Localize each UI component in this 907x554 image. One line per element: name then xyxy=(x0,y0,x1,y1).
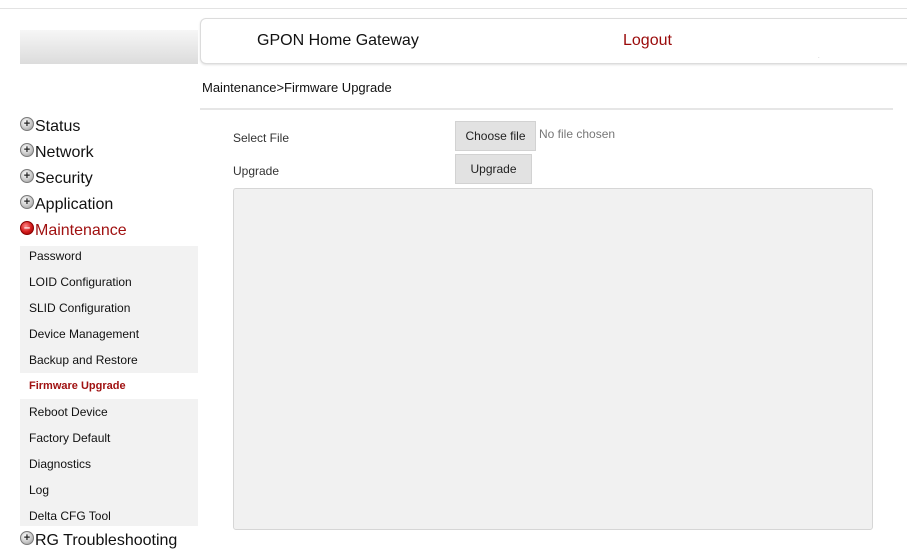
submenu-item-reboot-device[interactable]: Reboot Device xyxy=(20,399,198,425)
submenu-item-delta-cfg-tool[interactable]: Delta CFG Tool xyxy=(20,503,198,529)
top-divider xyxy=(0,8,907,9)
sidebar-item-application[interactable]: + Application xyxy=(20,193,113,217)
logout-link[interactable]: Logout xyxy=(623,32,672,50)
plus-circle-icon: + xyxy=(20,195,34,209)
sidebar-item-label: Application xyxy=(35,196,114,213)
plus-circle-icon: + xyxy=(20,531,34,545)
sidebar-item-label: Status xyxy=(35,118,81,135)
upgrade-button[interactable]: Upgrade xyxy=(455,154,532,184)
submenu-item-password[interactable]: Password xyxy=(20,243,198,269)
sidebar-item-label: Security xyxy=(35,170,93,187)
plus-circle-icon: + xyxy=(20,117,34,131)
sidebar-item-security[interactable]: + Security xyxy=(20,167,93,191)
submenu-item-log[interactable]: Log xyxy=(20,477,198,503)
submenu-item-factory-default[interactable]: Factory Default xyxy=(20,425,198,451)
header-corner-mark: . xyxy=(818,54,820,60)
sidebar-item-maintenance[interactable]: – Maintenance xyxy=(20,219,127,243)
minus-circle-icon: – xyxy=(20,221,34,235)
plus-circle-icon: + xyxy=(20,169,34,183)
submenu-item-loid-configuration[interactable]: LOID Configuration xyxy=(20,269,198,295)
submenu-item-diagnostics[interactable]: Diagnostics xyxy=(20,451,198,477)
submenu-item-firmware-upgrade[interactable]: Firmware Upgrade xyxy=(20,373,198,399)
plus-circle-icon: + xyxy=(20,143,34,157)
sidebar-item-label: Network xyxy=(35,144,94,161)
sidebar-item-status[interactable]: + Status xyxy=(20,115,80,139)
sidebar-banner xyxy=(20,30,198,64)
sidebar-item-rg-troubleshooting[interactable]: + RG Troubleshooting xyxy=(20,529,177,553)
file-status-text: No file chosen xyxy=(539,127,616,141)
submenu-item-backup-and-restore[interactable]: Backup and Restore xyxy=(20,347,198,373)
submenu-item-device-management[interactable]: Device Management xyxy=(20,321,198,347)
select-file-label: Select File xyxy=(233,131,290,145)
choose-file-button[interactable]: Choose file xyxy=(455,121,536,151)
breadcrumb: Maintenance>Firmware Upgrade xyxy=(202,80,392,95)
sidebar-item-network[interactable]: + Network xyxy=(20,141,94,165)
sidebar-item-label: Maintenance xyxy=(35,222,127,239)
upgrade-label: Upgrade xyxy=(233,164,280,178)
submenu-item-slid-configuration[interactable]: SLID Configuration xyxy=(20,295,198,321)
upgrade-output-area[interactable] xyxy=(233,188,873,530)
sidebar-item-label: RG Troubleshooting xyxy=(35,532,178,549)
breadcrumb-divider xyxy=(200,108,893,110)
gateway-title: GPON Home Gateway xyxy=(257,32,419,49)
